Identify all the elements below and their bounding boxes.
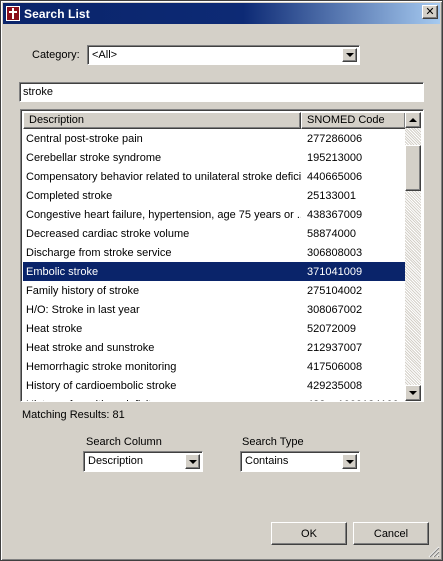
cell-description: Heat stroke and sunstroke xyxy=(26,341,155,354)
cell-description: Embolic stroke xyxy=(26,265,99,278)
table-row[interactable]: History of cardioembolic stroke 429235008 xyxy=(23,376,406,395)
cell-description: Compensatory behavior related to unilate… xyxy=(26,170,301,183)
close-button[interactable]: ✕ xyxy=(422,5,438,19)
title-bar[interactable]: Search List ✕ xyxy=(3,3,440,24)
cell-snomed-code: 58874000 xyxy=(307,227,356,240)
table-row[interactable]: Hemorrhagic stroke monitoring 417506008 xyxy=(23,357,406,376)
chevron-down-icon[interactable] xyxy=(342,48,357,62)
window-title: Search List xyxy=(24,6,90,21)
cell-snomed-code: 440665006 xyxy=(307,170,363,183)
resize-grip-icon[interactable] xyxy=(428,546,440,558)
cell-description: History of ... with ... deficit xyxy=(23,399,301,402)
arrow-down-icon xyxy=(409,391,417,395)
table-row[interactable]: Heat stroke and sunstroke 212937007 xyxy=(23,338,406,357)
search-type-value: Contains xyxy=(245,455,289,467)
ok-button-label: OK xyxy=(301,527,317,540)
cell-snomed-code: 212937007 xyxy=(307,341,363,354)
chevron-down-icon[interactable] xyxy=(185,454,200,469)
table-row[interactable]: H/O: Stroke in last year 308067002 xyxy=(23,300,406,319)
search-column-dropdown[interactable]: Description xyxy=(83,451,203,472)
cell-description: History of cardioembolic stroke xyxy=(26,379,177,392)
vertical-scrollbar[interactable] xyxy=(405,112,421,401)
search-type-dropdown[interactable]: Contains xyxy=(240,451,360,472)
table-row[interactable]: Congestive heart failure, hypertension, … xyxy=(23,205,406,224)
search-column-value: Description xyxy=(88,455,144,467)
close-icon: ✕ xyxy=(425,5,435,18)
list-header: Description SNOMED Code xyxy=(23,112,406,129)
ok-button[interactable]: OK xyxy=(271,522,347,545)
cell-snomed-code: 52072009 xyxy=(307,322,356,335)
category-value: <All> xyxy=(92,49,118,61)
cell-description: Heat stroke xyxy=(26,322,83,335)
cell-description: Completed stroke xyxy=(26,189,113,202)
cell-description: H/O: Stroke in last year xyxy=(26,303,140,316)
cell-snomed-code: 417506008 xyxy=(307,360,363,373)
scroll-down-button[interactable] xyxy=(405,385,421,401)
cancel-button[interactable]: Cancel xyxy=(353,522,429,545)
list-rows: Central post-stroke pain 277286006 Cerebel… xyxy=(23,129,406,401)
search-type-label: Search Type xyxy=(242,436,304,448)
column-header-description[interactable]: Description xyxy=(23,112,301,129)
column-header-snomed-code[interactable]: SNOMED Code xyxy=(301,112,406,129)
search-column-label: Search Column xyxy=(86,436,162,448)
scroll-up-button[interactable] xyxy=(405,112,421,128)
table-row[interactable]: Embolic stroke 371041009 xyxy=(23,262,406,281)
cell-description: Congestive heart failure, hypertension, … xyxy=(26,208,301,221)
table-row[interactable]: Completed stroke 25133001 xyxy=(23,186,406,205)
cell-snomed-code: 438367009 xyxy=(307,208,363,221)
table-row[interactable]: Cerebellar stroke syndrome 195213000 xyxy=(23,148,406,167)
cell-description: Decreased cardiac stroke volume xyxy=(26,227,190,240)
table-row[interactable]: Discharge from stroke service 306808003 xyxy=(23,243,406,262)
cell-snomed-code: 25133001 xyxy=(307,189,356,202)
cell-snomed-code: 277286006 xyxy=(307,132,363,145)
cell-snomed-code: 429235008 xyxy=(307,379,363,392)
cell-snomed-code: 371041009 xyxy=(307,265,363,278)
table-row[interactable]: Decreased cardiac stroke volume 58874000 xyxy=(23,224,406,243)
chevron-down-icon[interactable] xyxy=(342,454,357,469)
table-row[interactable]: History of ... with ... deficit432... 10… xyxy=(23,395,406,402)
search-input[interactable] xyxy=(23,85,418,99)
cell-description: Central post-stroke pain xyxy=(26,132,143,145)
cell-snomed-code: 195213000 xyxy=(307,151,363,164)
app-cross-icon xyxy=(6,6,20,21)
table-row[interactable]: Heat stroke 52072009 xyxy=(23,319,406,338)
cell-snomed-code: 308067002 xyxy=(307,303,363,316)
search-list-dialog: Search List ✕ Category: <All> Descriptio… xyxy=(0,0,443,561)
category-label: Category: xyxy=(32,49,80,61)
scroll-thumb[interactable] xyxy=(405,145,421,191)
table-row[interactable]: Central post-stroke pain 277286006 xyxy=(23,129,406,148)
matching-results: Matching Results: 81 xyxy=(22,409,125,421)
arrow-up-icon xyxy=(409,118,417,122)
results-list[interactable]: Description SNOMED Code Central post-str… xyxy=(20,109,424,402)
table-row[interactable]: Compensatory behavior related to unilate… xyxy=(23,167,406,186)
cell-snomed-code: 275104002 xyxy=(307,284,363,297)
category-dropdown[interactable]: <All> xyxy=(87,45,360,65)
search-input-box[interactable] xyxy=(19,82,424,102)
cell-description: Family history of stroke xyxy=(26,284,140,297)
cell-description: Cerebellar stroke syndrome xyxy=(26,151,162,164)
cancel-button-label: Cancel xyxy=(373,527,409,540)
table-row[interactable]: Family history of stroke 275104002 xyxy=(23,281,406,300)
cell-description: Discharge from stroke service xyxy=(26,246,172,259)
cell-snomed-code: 306808003 xyxy=(307,246,363,259)
cell-snomed-code: 432... 1000124100 xyxy=(301,399,406,402)
cell-description: Hemorrhagic stroke monitoring xyxy=(26,360,177,373)
